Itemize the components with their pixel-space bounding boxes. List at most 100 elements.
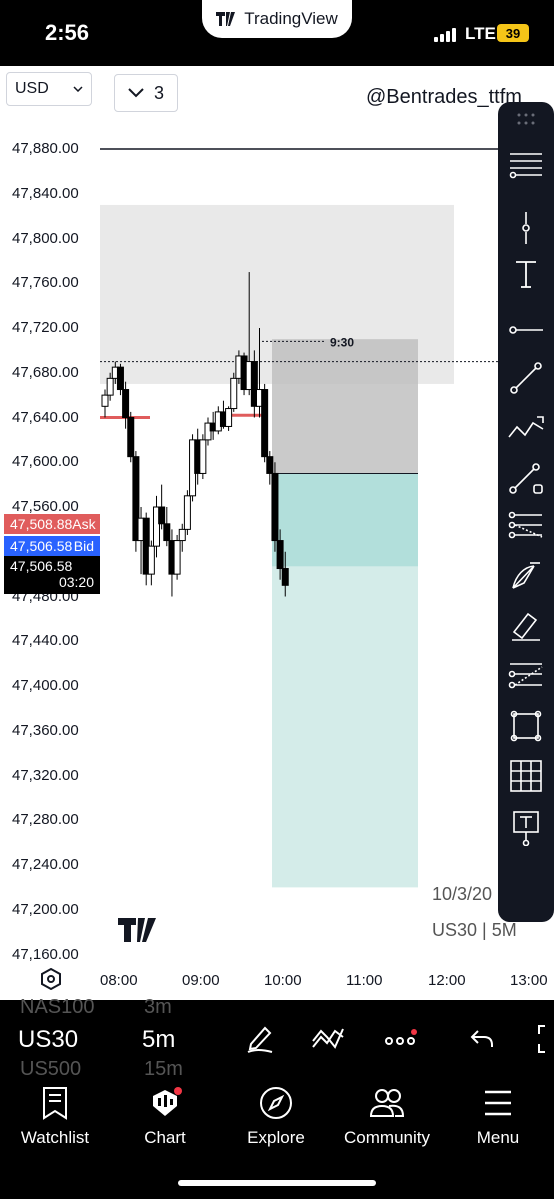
battery-icon: 39 <box>497 24 529 42</box>
chevron-down-icon <box>73 86 83 92</box>
annotation-time-label: 9:30 <box>330 335 354 349</box>
nav-menu[interactable]: Menu <box>443 1086 553 1148</box>
price-tick-label: 47,800.00 <box>12 229 79 247</box>
prev-interval[interactable]: 3m <box>144 996 172 1019</box>
price-tick-label: 47,720.00 <box>12 319 79 336</box>
candle-body <box>281 568 289 586</box>
chart-symbol: US30 | 5M <box>432 920 517 940</box>
fullscreen-icon[interactable] <box>528 1022 554 1056</box>
tradingview-logo-icon <box>216 12 236 26</box>
bar-countdown: 03:20 <box>58 574 94 590</box>
price-tick-label: 47,400.00 <box>12 677 79 694</box>
profit-filled-zone <box>272 473 418 567</box>
price-tick-label: 47,600.00 <box>12 453 79 471</box>
drawing-toolbar[interactable] <box>498 102 554 922</box>
price-tick-label: 47,560.00 <box>12 498 79 515</box>
time-tick-label: 09:00 <box>182 972 220 989</box>
price-tick-label: 47,760.00 <box>12 274 79 292</box>
time-tick-label: 11:00 <box>346 972 383 989</box>
last-price-badge: 47,506.58 03:20 <box>4 556 100 594</box>
ask-badge: 47,508.88 Ask <box>4 514 100 534</box>
candle-body <box>147 545 155 575</box>
nav-label: Community <box>344 1128 430 1147</box>
bid-badge: 47,506.58 Bid <box>4 536 100 556</box>
candle-body <box>276 540 284 570</box>
chart-date: 10/3/20 <box>432 884 493 904</box>
bookmark-icon <box>43 1087 67 1120</box>
menu-icon <box>485 1090 511 1116</box>
nav-chart[interactable]: Chart <box>110 1086 220 1148</box>
app-name: TradingView <box>244 9 338 28</box>
candle-body <box>230 377 238 410</box>
candle-body <box>163 523 171 542</box>
price-tick-label: 47,840.00 <box>12 184 79 202</box>
text-tool-icon[interactable] <box>506 254 546 294</box>
time-tick-label: 10:00 <box>264 972 302 989</box>
price-tick-label: 47,280.00 <box>12 811 79 829</box>
highlighter-tool-icon[interactable] <box>506 606 546 646</box>
tradingview-watermark-icon <box>118 918 156 942</box>
signal-icon <box>434 28 456 42</box>
vertical-line-tool-icon[interactable] <box>506 208 546 248</box>
candle-body <box>178 528 186 542</box>
candle-body <box>225 408 233 427</box>
battery-level: 39 <box>505 25 521 41</box>
nav-explore[interactable]: Explore <box>221 1086 331 1148</box>
undo-icon[interactable] <box>462 1022 502 1056</box>
bid-price: 47,506.58 <box>10 538 73 554</box>
candle-body <box>183 495 191 530</box>
currency-select[interactable]: USD <box>6 72 92 106</box>
ask-price: 47,508.88 <box>10 516 73 532</box>
chart-settings-icon[interactable] <box>40 968 62 990</box>
symbol-bar[interactable]: NAS100 3m US30 5m US500 15m <box>0 996 554 1080</box>
interval-selector[interactable]: 5m <box>142 1026 175 1054</box>
brush-tool-icon[interactable] <box>506 458 546 498</box>
trend-line-tool-icon[interactable] <box>506 358 546 398</box>
pen-tool-icon[interactable] <box>240 1022 280 1056</box>
candle-body <box>261 389 269 458</box>
curve-tool-icon[interactable] <box>506 556 546 596</box>
nav-label: Chart <box>144 1128 186 1147</box>
price-tick-label: 47,640.00 <box>12 408 79 426</box>
time-tick-label: 13:00 <box>510 972 548 989</box>
gann-fan-tool-icon[interactable] <box>506 656 546 696</box>
horizontal-ray-tool-icon[interactable] <box>506 310 546 350</box>
candle-body <box>173 540 181 575</box>
pitchfork-tool-icon[interactable] <box>506 506 546 546</box>
chevron-down-icon <box>128 88 144 98</box>
nav-watchlist[interactable]: Watchlist <box>0 1086 110 1148</box>
symbol-selector[interactable]: US30 <box>18 1026 78 1054</box>
rectangle-tool-icon[interactable] <box>506 706 546 746</box>
status-time: 2:56 <box>45 20 90 45</box>
candle-body <box>127 417 135 458</box>
chart-icon <box>153 1087 182 1116</box>
trend-path-tool-icon[interactable] <box>506 408 546 448</box>
indicators-icon[interactable] <box>308 1022 348 1056</box>
candle-body <box>101 394 109 407</box>
price-tick-label: 47,240.00 <box>12 856 79 873</box>
candle-body <box>271 472 279 542</box>
nav-label: Explore <box>247 1128 305 1147</box>
drag-handle-icon[interactable] <box>516 112 536 126</box>
price-tick-label: 47,680.00 <box>12 363 79 381</box>
time-tick-label: 12:00 <box>428 972 466 989</box>
layout-count-button[interactable]: 3 <box>114 74 178 112</box>
nav-community[interactable]: Community <box>332 1086 442 1148</box>
more-options-icon[interactable] <box>380 1022 420 1056</box>
text-box-tool-icon[interactable] <box>506 808 546 848</box>
prev-symbol[interactable]: NAS100 <box>20 996 95 1019</box>
watermark-handle: @Bentrades_ttfm <box>366 86 522 108</box>
price-tick-label: 47,200.00 <box>12 900 79 918</box>
candle-body <box>199 439 207 474</box>
stop-loss-zone <box>272 339 418 474</box>
candle-body <box>106 377 114 396</box>
currency-value: USD <box>15 80 49 97</box>
price-tick-label: 47,360.00 <box>12 721 79 739</box>
table-tool-icon[interactable] <box>506 756 546 796</box>
chart-area[interactable]: 9:30 47,880.00 47,840.00 47,800.00 47,760.0… <box>0 66 554 1000</box>
fib-levels-tool-icon[interactable] <box>506 146 546 186</box>
network-type: LTE <box>465 24 496 43</box>
app-pill: TradingView <box>202 0 352 38</box>
nav-label: Watchlist <box>20 1128 90 1147</box>
home-indicator <box>178 1180 376 1186</box>
